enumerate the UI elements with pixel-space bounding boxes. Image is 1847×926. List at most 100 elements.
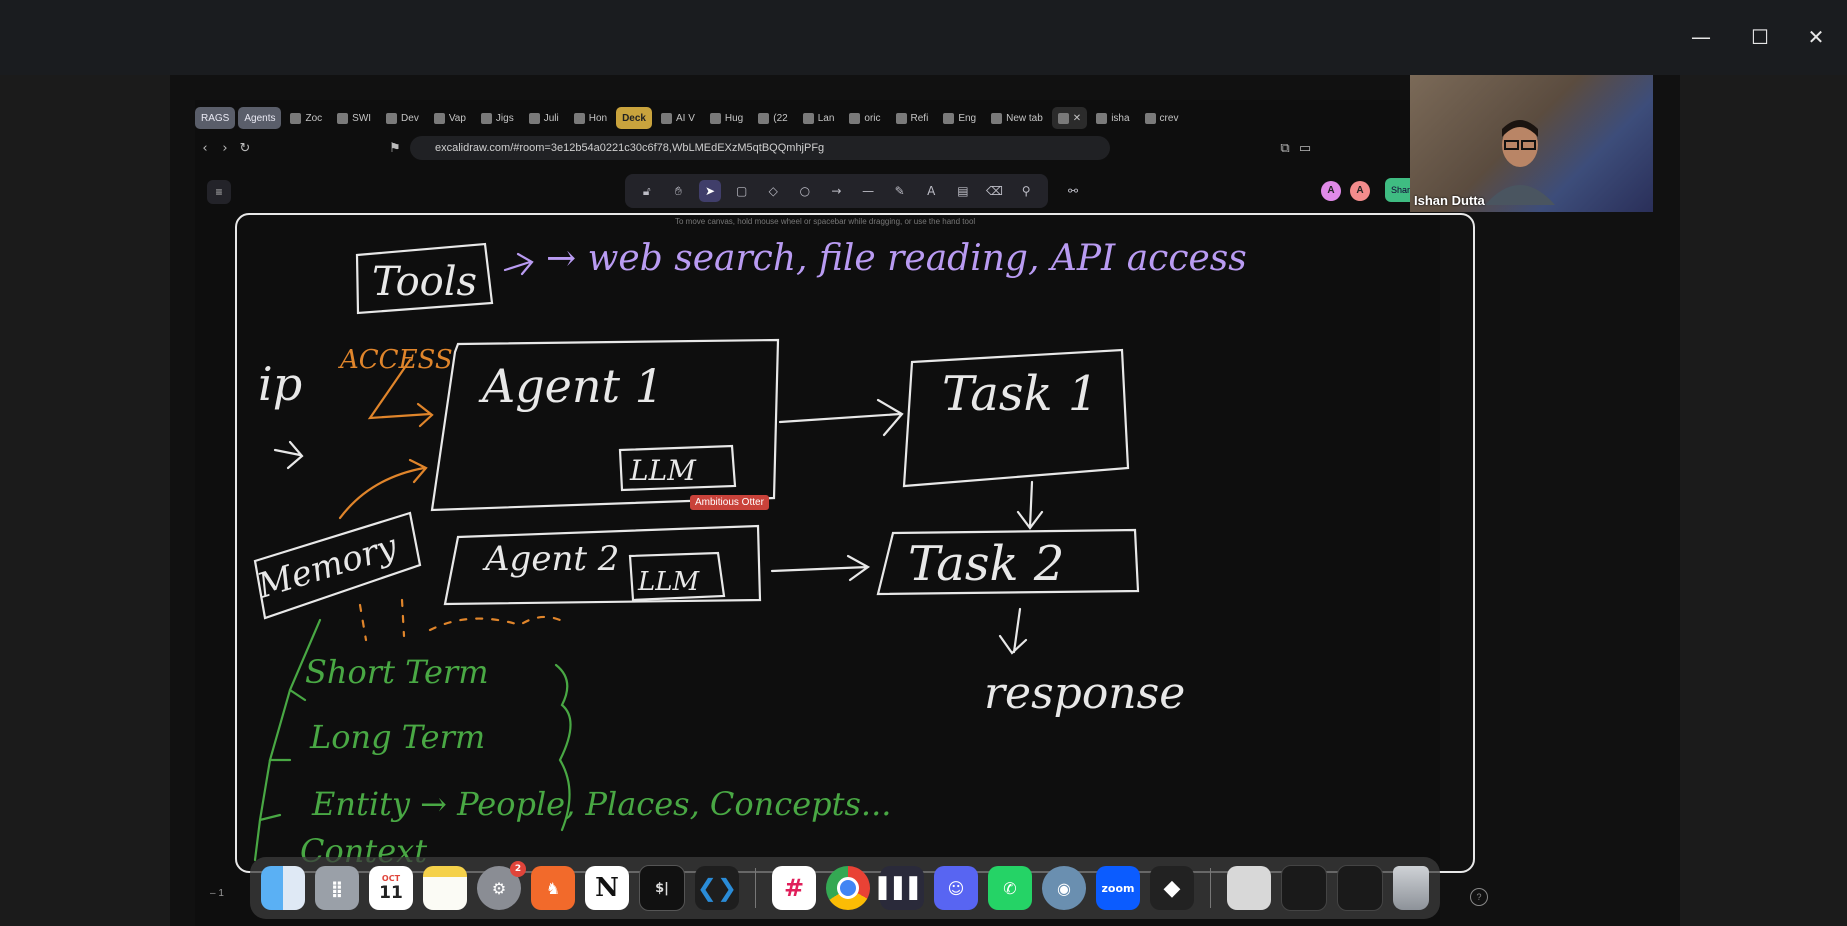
pencil-icon[interactable]: ✎ bbox=[889, 180, 911, 202]
tab-favicon-icon bbox=[573, 112, 585, 124]
browser-tab-strip: RAGS Agents Zoc SWI Dev Vap Jigs Juli Hon Deck AI … bbox=[195, 106, 1425, 130]
tab-favicon-icon bbox=[758, 112, 770, 124]
tab-label: AI V bbox=[675, 112, 695, 124]
browser-tab[interactable]: ✕ bbox=[1051, 107, 1088, 129]
menu-icon[interactable]: ≡ bbox=[207, 180, 231, 204]
extensions-icon[interactable]: ⧉ bbox=[1275, 141, 1295, 156]
vscode-icon[interactable]: ❮❯ bbox=[695, 866, 739, 910]
browser-tab[interactable]: Juli bbox=[523, 107, 565, 129]
chrome-icon[interactable] bbox=[826, 866, 870, 910]
terminal-icon[interactable]: $| bbox=[639, 865, 685, 911]
collaborator-avatar[interactable]: A bbox=[1321, 181, 1341, 201]
browser-tab[interactable]: SWI bbox=[331, 107, 377, 129]
lock-icon[interactable]: 🔓︎ bbox=[636, 180, 658, 202]
preview-icon[interactable] bbox=[1227, 866, 1271, 910]
library-icon[interactable]: ⚯ bbox=[1062, 180, 1084, 202]
tab-favicon-icon bbox=[433, 112, 445, 124]
hand-icon[interactable]: ✋︎ bbox=[667, 180, 689, 202]
browser-tab[interactable]: Lan bbox=[797, 107, 841, 129]
tab-favicon-icon bbox=[1144, 112, 1156, 124]
tab-label: (22 bbox=[773, 112, 788, 124]
image-icon[interactable]: ▤ bbox=[952, 180, 974, 202]
tab-label: oric bbox=[864, 112, 881, 124]
tab-favicon-icon bbox=[660, 112, 672, 124]
browser-tab[interactable]: oric bbox=[843, 107, 886, 129]
back-icon[interactable]: ‹ bbox=[195, 141, 215, 156]
browser-tab[interactable]: RAGS bbox=[195, 107, 236, 129]
minimized-window-icon[interactable] bbox=[1337, 865, 1383, 911]
trash-icon[interactable] bbox=[1393, 866, 1429, 910]
calendar-day: 11 bbox=[379, 882, 403, 903]
browser-tab[interactable]: (22 bbox=[752, 107, 793, 129]
finder-icon[interactable] bbox=[261, 866, 305, 910]
zoom-control[interactable]: – 1 bbox=[210, 888, 224, 899]
tab-label: Jigs bbox=[495, 112, 514, 124]
arrow-icon[interactable]: → bbox=[825, 180, 847, 202]
browser-tab[interactable]: Refi bbox=[890, 107, 935, 129]
browser-tab[interactable]: Zoc bbox=[284, 107, 328, 129]
forward-icon[interactable]: › bbox=[215, 141, 235, 156]
discord-icon[interactable]: ☺ bbox=[934, 866, 978, 910]
browser-tab[interactable]: New tab bbox=[985, 107, 1049, 129]
ellipse-icon[interactable]: ○ bbox=[794, 180, 816, 202]
presenter-name: Ishan Dutta bbox=[1414, 193, 1485, 208]
browser-tab[interactable]: Vap bbox=[428, 107, 472, 129]
browser-tab[interactable]: crev bbox=[1139, 107, 1185, 129]
zoom-app-icon[interactable]: zoom bbox=[1096, 866, 1140, 910]
excalidraw-toolbar: 🔓︎ ✋︎ ➤ ▢ ◇ ○ → — ✎ A ▤ ⌫ ⚲ bbox=[625, 174, 1048, 208]
browser-toolbar: ‹ › ↻ ⚑ excalidraw.com/#room=3e12b54a022… bbox=[195, 135, 1425, 161]
tab-favicon-icon bbox=[895, 112, 907, 124]
dock-separator bbox=[755, 868, 756, 908]
eraser-icon[interactable]: ⌫ bbox=[984, 180, 1006, 202]
tab-label: RAGS bbox=[201, 112, 230, 124]
browser-tab[interactable]: Jigs bbox=[475, 107, 520, 129]
sidebar-icon[interactable]: ▭ bbox=[1295, 141, 1315, 156]
more-tools-icon[interactable]: ⚲ bbox=[1015, 180, 1037, 202]
brave-icon[interactable]: ♞ bbox=[531, 866, 575, 910]
tab-label: Agents bbox=[244, 112, 276, 124]
tab-label: Eng bbox=[958, 112, 977, 124]
diamond-icon[interactable]: ◇ bbox=[762, 180, 784, 202]
text-icon[interactable]: A bbox=[920, 180, 942, 202]
cube-app-icon[interactable]: ◆ bbox=[1150, 866, 1194, 910]
browser-tab[interactable]: Agents bbox=[238, 107, 282, 129]
rectangle-icon[interactable]: ▢ bbox=[731, 180, 753, 202]
audio-app-icon[interactable]: ▌▌▌ bbox=[879, 866, 925, 910]
bookmark-icon[interactable]: ⚑ bbox=[385, 141, 405, 156]
proxyman-icon[interactable]: ◉ bbox=[1042, 866, 1086, 910]
dock-separator bbox=[1210, 868, 1211, 908]
address-bar[interactable]: excalidraw.com/#room=3e12b54a0221c30c6f7… bbox=[410, 136, 1110, 160]
help-icon[interactable]: ? bbox=[1470, 888, 1488, 906]
browser-tab[interactable]: isha bbox=[1090, 107, 1135, 129]
tab-label: crev bbox=[1159, 112, 1179, 124]
maximize-icon[interactable]: ☐ bbox=[1745, 22, 1775, 52]
browser-tab[interactable]: Hon bbox=[568, 107, 613, 129]
tab-label: Deck bbox=[622, 112, 646, 124]
reload-icon[interactable]: ↻ bbox=[235, 141, 255, 156]
browser-tab[interactable]: AI V bbox=[655, 107, 701, 129]
close-icon[interactable]: ✕ bbox=[1801, 22, 1831, 52]
browser-tab[interactable]: Eng bbox=[937, 107, 982, 129]
tab-favicon-icon bbox=[290, 112, 302, 124]
tab-favicon-icon bbox=[480, 112, 492, 124]
tab-label: Zoc bbox=[305, 112, 323, 124]
line-icon[interactable]: — bbox=[857, 180, 879, 202]
settings-icon[interactable]: ⚙ 2 bbox=[477, 861, 526, 910]
notes-icon[interactable] bbox=[423, 866, 467, 910]
select-icon[interactable]: ➤ bbox=[699, 180, 722, 202]
calendar-icon[interactable]: OCT 11 bbox=[369, 866, 413, 910]
browser-tab[interactable]: Deck bbox=[616, 107, 652, 129]
minimized-window-icon[interactable] bbox=[1281, 865, 1327, 911]
notion-icon[interactable]: N bbox=[585, 866, 629, 910]
browser-tab[interactable]: Hug bbox=[704, 107, 749, 129]
slack-icon[interactable]: # bbox=[772, 866, 816, 910]
presenter-image bbox=[1485, 120, 1555, 205]
whatsapp-icon[interactable]: ✆ bbox=[988, 866, 1032, 910]
window-title-bar: — ☐ ✕ bbox=[0, 0, 1847, 75]
browser-tab[interactable]: Dev bbox=[380, 107, 425, 129]
collaborator-avatar[interactable]: A bbox=[1350, 181, 1370, 201]
launchpad-icon[interactable]: ⣿ bbox=[315, 866, 359, 910]
minimize-icon[interactable]: — bbox=[1686, 22, 1716, 52]
tab-favicon-icon bbox=[943, 112, 955, 124]
tab-favicon-icon bbox=[802, 112, 814, 124]
